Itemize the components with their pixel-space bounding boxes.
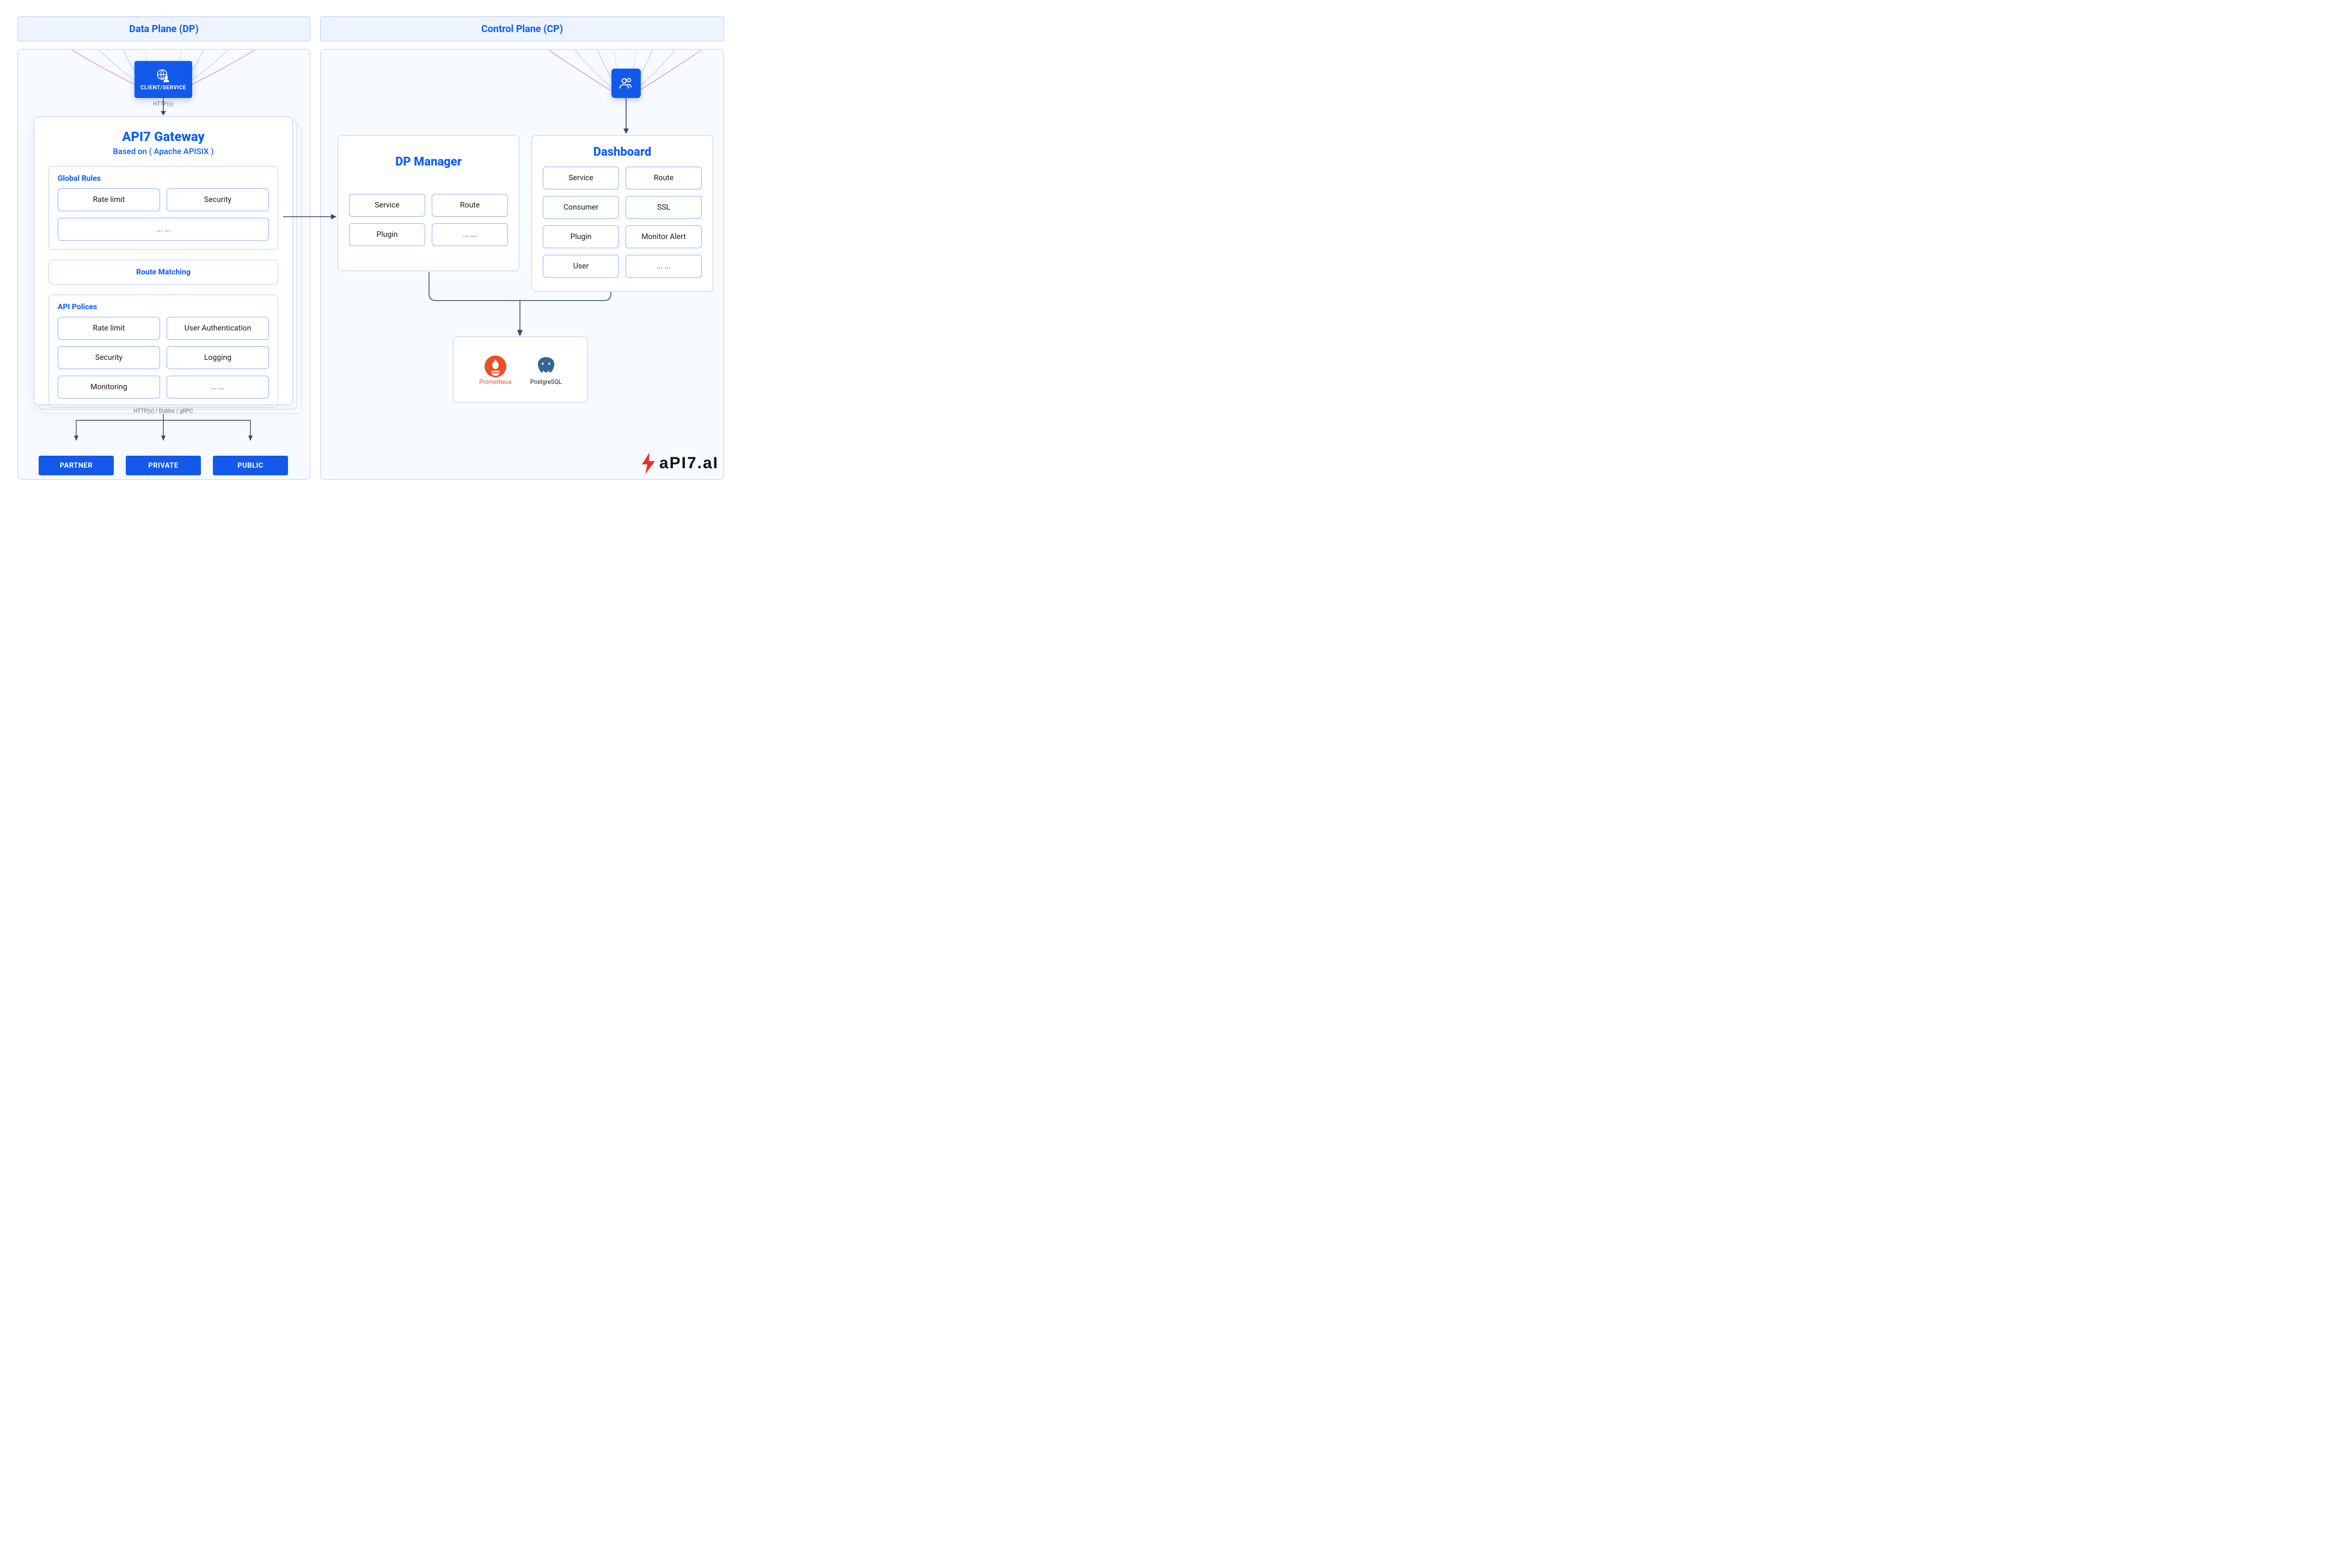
dashboard-card: Dashboard Service Route Consumer SSL Plu… — [531, 135, 713, 292]
arrow-client-to-gateway — [160, 98, 167, 117]
postgresql-label: PostgreSQL — [530, 378, 562, 385]
arrow-users-to-dashboard — [623, 99, 629, 135]
global-rules-panel: Global Rules Rate limit Security ... ... — [48, 166, 278, 250]
global-rule-item: Security — [167, 188, 269, 211]
dashboard-item: Route — [626, 167, 702, 189]
api-policy-item: Logging — [167, 346, 269, 369]
dpmgr-more: ... ... — [432, 223, 508, 246]
dashboard-item: Plugin — [543, 225, 619, 248]
global-rule-item: Rate limit — [58, 188, 160, 211]
chip-partner: PARTNER — [39, 456, 114, 475]
client-service-label: CLIENT/SERVICE — [140, 85, 186, 91]
api-policy-item: Monitoring — [58, 376, 160, 399]
prometheus-label: Prometheus — [479, 378, 512, 385]
logo-bolt-icon — [641, 452, 656, 474]
postgresql-icon — [534, 354, 558, 378]
gateway-title: API7 Gateway — [48, 129, 278, 144]
route-matching-panel: Route Matching — [48, 260, 278, 285]
prometheus-item: Prometheus — [479, 354, 512, 385]
dp-manager-card: DP Manager Service Route Plugin ... ... — [338, 135, 519, 271]
dashboard-item: SSL — [626, 196, 702, 219]
client-service-node: CLIENT/SERVICE — [134, 61, 192, 98]
dpmgr-item: Plugin — [349, 223, 425, 246]
chip-private: PRIVATE — [126, 456, 201, 475]
arrow-gateway-to-chips — [54, 414, 272, 443]
api-policy-item: Rate limit — [58, 317, 160, 340]
globe-user-icon — [156, 69, 170, 83]
api-policy-more: ... ... — [167, 376, 269, 399]
control-plane-title: Control Plane (CP) — [320, 16, 724, 41]
dashboard-item: Consumer — [543, 196, 619, 219]
chip-public: PUBLIC — [213, 456, 288, 475]
api-policies-label: API Polices — [58, 303, 269, 311]
api7-gateway-card: API7 Gateway Based on ( Apache APISIX ) … — [34, 117, 293, 405]
logo-text: aPI7.aI — [659, 454, 719, 473]
data-plane-title: Data Plane (DP) — [17, 16, 310, 41]
destination-chips: PARTNER PRIVATE PUBLIC — [39, 456, 288, 475]
gateway-subtitle: Based on ( Apache APISIX ) — [48, 146, 278, 156]
dashboard-item: Monitor Alert — [626, 225, 702, 248]
arrow-cards-to-storage — [392, 272, 653, 338]
global-rule-more: ... ... — [58, 218, 269, 241]
storage-box: Prometheus PostgreSQL — [453, 336, 588, 403]
users-icon — [618, 76, 634, 91]
global-rules-label: Global Rules — [58, 174, 269, 183]
api-policy-item: User Authentication — [167, 317, 269, 340]
dpmgr-item: Service — [349, 194, 425, 217]
dashboard-title: Dashboard — [543, 145, 702, 159]
postgresql-item: PostgreSQL — [530, 354, 562, 385]
api7-ai-logo: aPI7.aI — [641, 452, 719, 474]
dp-manager-title: DP Manager — [349, 155, 508, 169]
dpmgr-item: Route — [432, 194, 508, 217]
users-node — [611, 69, 641, 98]
dashboard-item: Service — [543, 167, 619, 189]
prometheus-icon — [483, 354, 507, 378]
api-policies-panel: API Polices Rate limit User Authenticati… — [48, 295, 278, 408]
api-policy-item: Security — [58, 346, 160, 369]
arrow-gateway-to-dpmgr — [283, 212, 338, 221]
